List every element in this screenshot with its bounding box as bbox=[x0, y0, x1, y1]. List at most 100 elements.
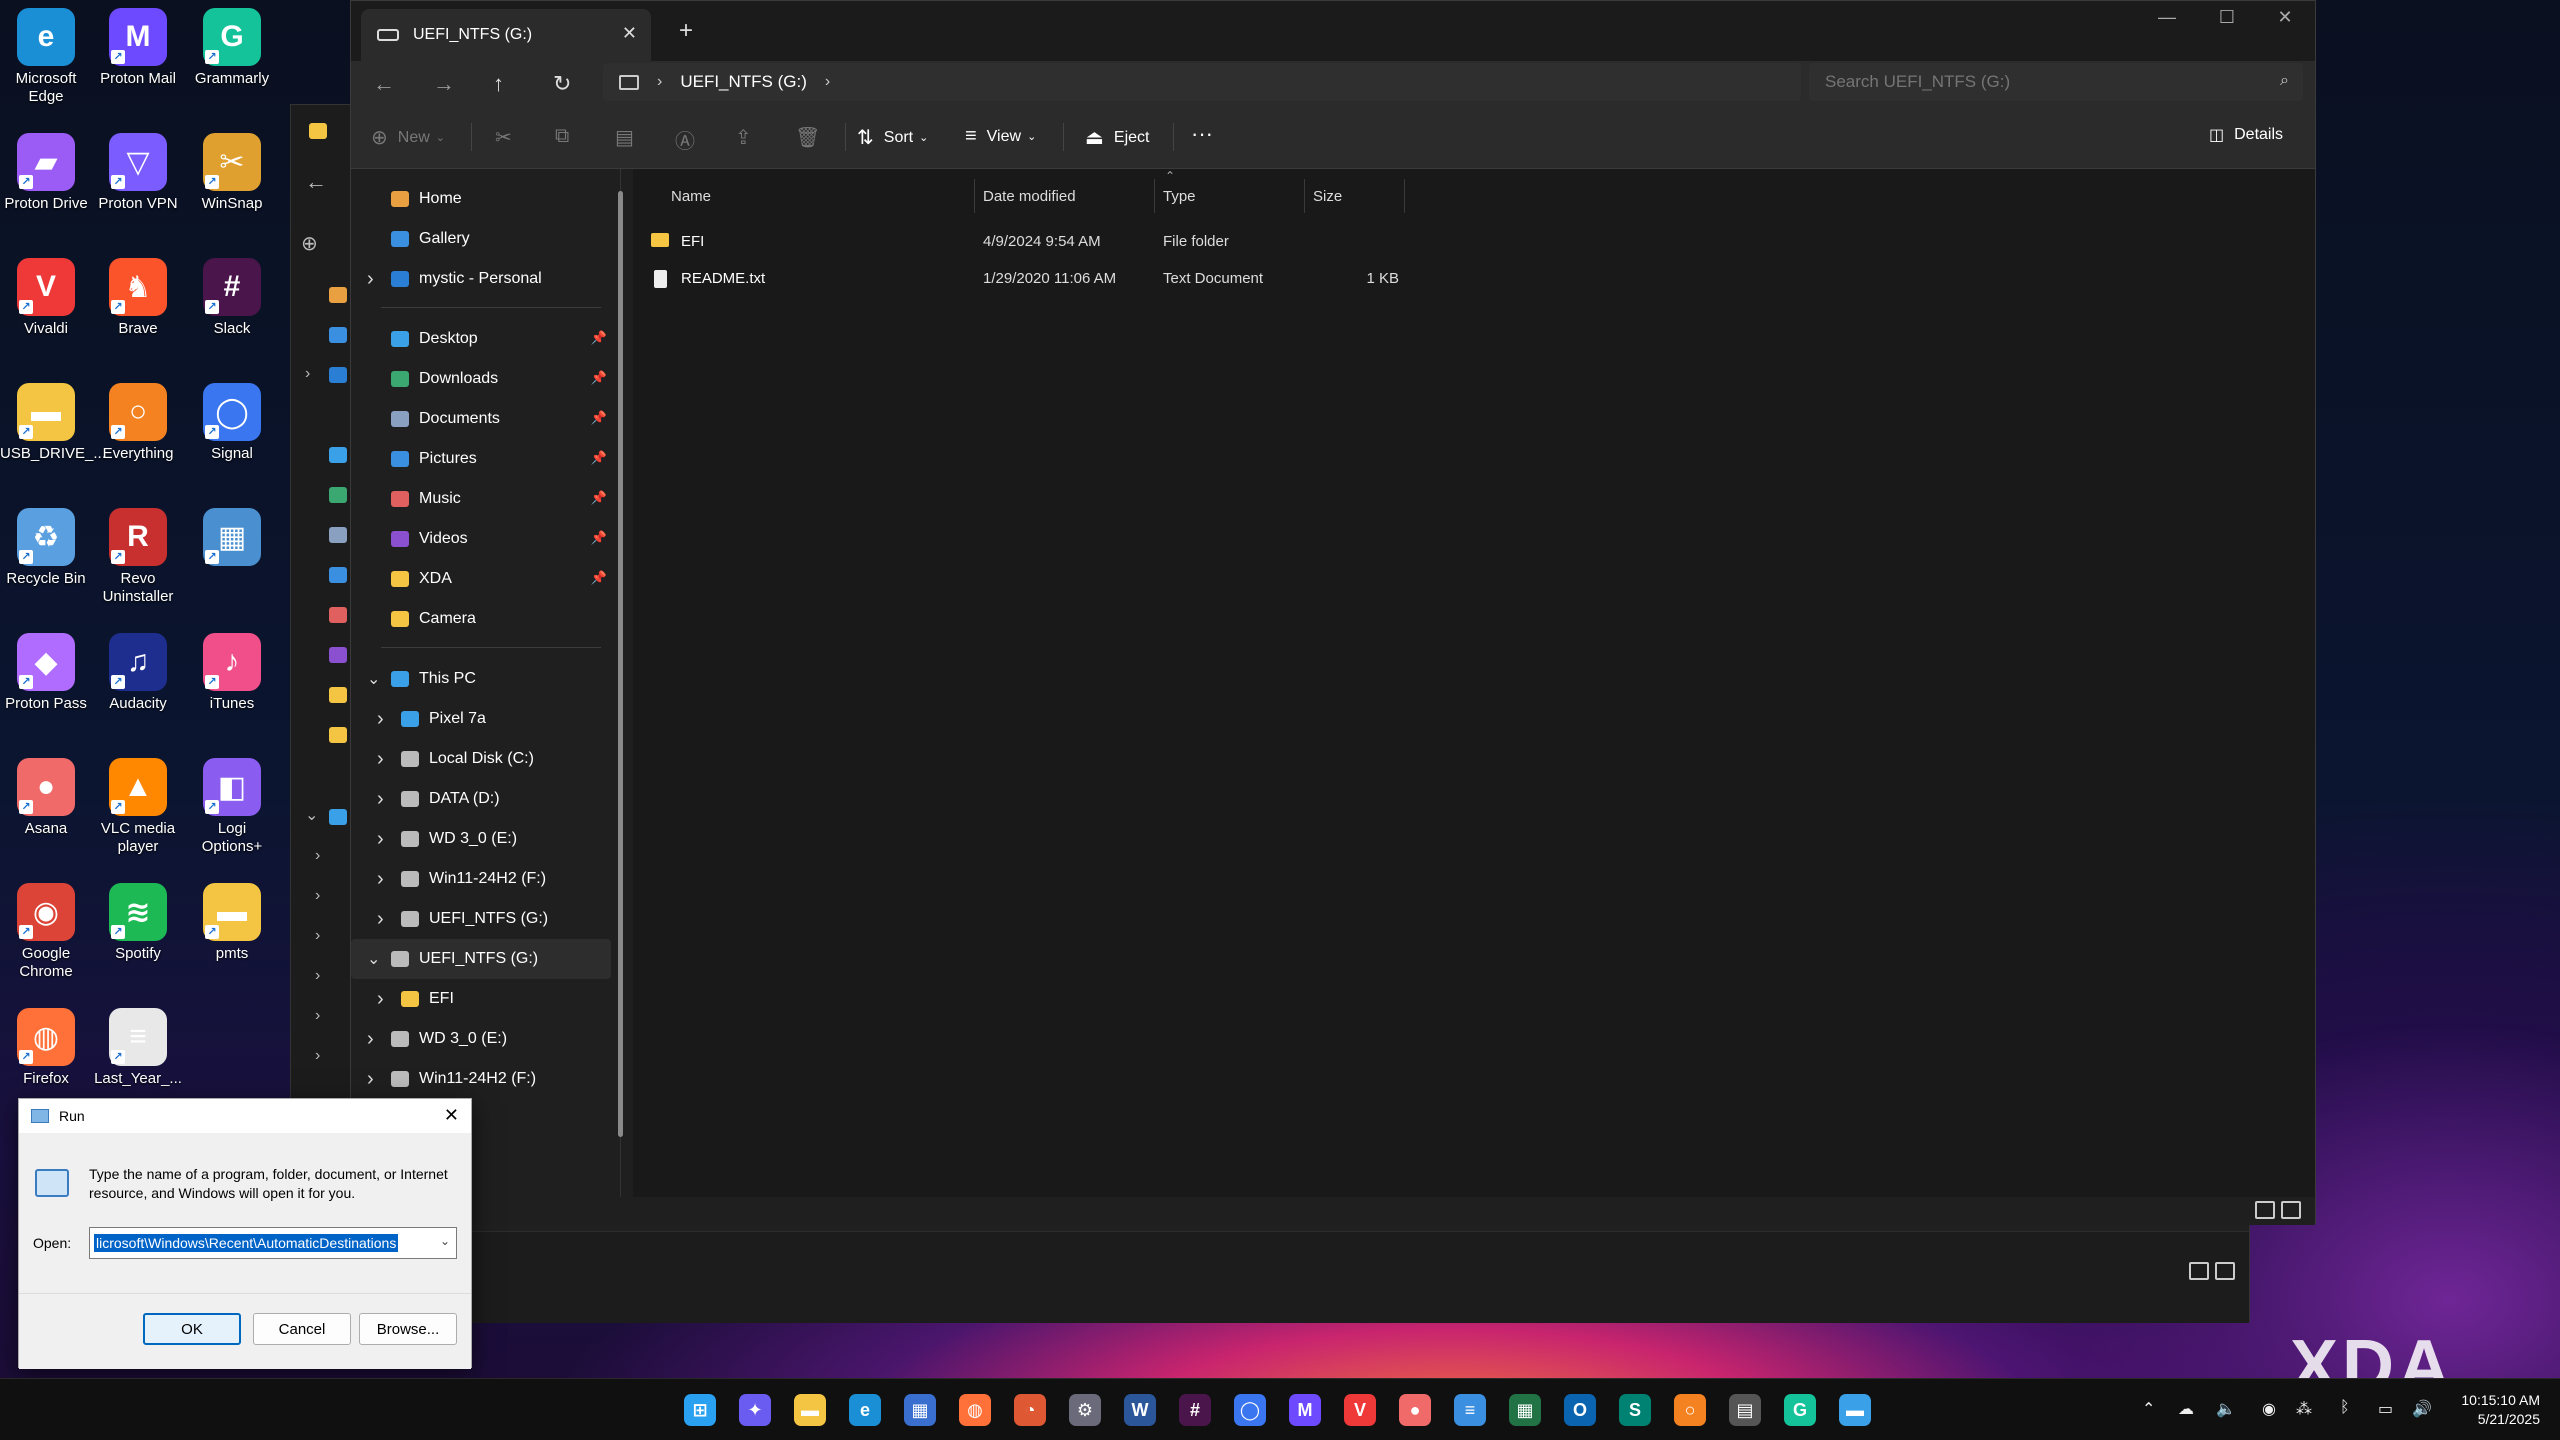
tiles-view-icon[interactable] bbox=[2215, 1262, 2235, 1280]
chevron-right-icon[interactable]: › bbox=[315, 1047, 320, 1065]
nav-item-mystic-personal[interactable]: › mystic - Personal bbox=[351, 259, 611, 299]
desktop-icon-proton-vpn[interactable]: ▽ ↗ Proton VPN bbox=[92, 125, 184, 213]
desktop-icon-revo-uninstaller[interactable]: R ↗ Revo Uninstaller bbox=[92, 500, 184, 606]
nav-item-local-disk-c[interactable]: › Local Disk (C:) bbox=[351, 739, 611, 779]
display-icon[interactable]: ▭ bbox=[2378, 1399, 2393, 1419]
minimize-button[interactable]: — bbox=[2137, 7, 2197, 28]
cloud-icon[interactable]: ☁ bbox=[2178, 1399, 2194, 1419]
nav-scrollbar[interactable] bbox=[618, 191, 623, 1137]
chevron-right-icon[interactable]: › bbox=[377, 908, 384, 931]
taskbar-settings-icon[interactable]: ⚙ bbox=[1069, 1394, 1101, 1426]
desktop-icon-proton-pass[interactable]: ◆ ↗ Proton Pass bbox=[0, 625, 92, 713]
close-icon[interactable]: ✕ bbox=[444, 1105, 459, 1126]
rename-button[interactable]: Ⓐ bbox=[675, 125, 705, 154]
nav-item-music[interactable]: Music 📌 bbox=[351, 479, 611, 519]
search-input[interactable] bbox=[1825, 72, 2255, 92]
nav-item-pictures[interactable]: Pictures 📌 bbox=[351, 439, 611, 479]
taskbar-excel-icon[interactable]: ▦ bbox=[1509, 1394, 1541, 1426]
delete-button[interactable]: 🗑 bbox=[795, 125, 830, 150]
details-button[interactable]: ◫ Details bbox=[2209, 125, 2283, 145]
run-dialog[interactable]: Run ✕ Type the name of a program, folder… bbox=[18, 1098, 472, 1369]
pin-icon[interactable]: 📌 bbox=[591, 450, 607, 466]
view-button[interactable]: ≡ View ⌄ bbox=[965, 125, 1036, 148]
maximize-button[interactable]: ☐ bbox=[2197, 7, 2257, 28]
tab-uefi-ntfs[interactable]: UEFI_NTFS (G:) ✕ bbox=[361, 9, 651, 61]
desktop-icon-itunes[interactable]: ♪ ↗ iTunes bbox=[186, 625, 278, 713]
taskbar-proton-mail-icon[interactable]: M bbox=[1289, 1394, 1321, 1426]
chevron-right-icon[interactable]: › bbox=[825, 73, 830, 91]
breadcrumb-location[interactable]: UEFI_NTFS (G:) bbox=[680, 72, 807, 92]
close-window-button[interactable]: ✕ bbox=[2255, 7, 2315, 28]
taskbar-firefox-icon[interactable]: ◍ bbox=[959, 1394, 991, 1426]
back-arrow-icon[interactable]: ← bbox=[373, 71, 395, 97]
chevron-down-icon[interactable]: ⌄ bbox=[367, 669, 380, 689]
file-explorer-window[interactable]: UEFI_NTFS (G:) ✕ + — ☐ ✕ ← → ↑ ↻ › UEFI_… bbox=[350, 0, 2316, 1225]
new-tab-button[interactable]: + bbox=[679, 17, 693, 45]
chevron-right-icon[interactable]: › bbox=[315, 1007, 320, 1025]
pin-icon[interactable]: 📌 bbox=[591, 370, 607, 386]
close-tab-icon[interactable]: ✕ bbox=[622, 23, 637, 44]
desktop-icon-audacity[interactable]: ♫ ↗ Audacity bbox=[92, 625, 184, 713]
copy-button[interactable]: ⧉ bbox=[555, 125, 579, 148]
file-row-efi[interactable]: EFI 4/9/2024 9:54 AM File folder bbox=[633, 225, 1393, 259]
desktop-icon-asana[interactable]: ● ↗ Asana bbox=[0, 750, 92, 838]
pin-icon[interactable]: 📌 bbox=[591, 330, 607, 346]
desktop-icon-pmts[interactable]: ▬ ↗ pmts bbox=[186, 875, 278, 963]
desktop-icon-app-14[interactable]: ▦ ↗ bbox=[186, 500, 278, 570]
desktop-icon-vivaldi[interactable]: V ↗ Vivaldi bbox=[0, 250, 92, 338]
volume-icon[interactable]: 🔊 bbox=[2412, 1399, 2432, 1419]
pin-icon[interactable]: 📌 bbox=[591, 530, 607, 546]
details-view-icon[interactable] bbox=[2189, 1262, 2209, 1280]
desktop-icon-last-year[interactable]: ≡ ↗ Last_Year_... bbox=[92, 1000, 184, 1088]
nav-item-documents[interactable]: Documents 📌 bbox=[351, 399, 611, 439]
taskbar-file-explorer-icon[interactable]: ▬ bbox=[794, 1394, 826, 1426]
desktop-icon-google-chrome[interactable]: ◉ ↗ Google Chrome bbox=[0, 875, 92, 981]
nav-item-pixel-7a[interactable]: › Pixel 7a bbox=[351, 699, 611, 739]
desktop-icon-proton-mail[interactable]: M ↗ Proton Mail bbox=[92, 0, 184, 88]
nav-item-win11-24h2-f[interactable]: › Win11-24H2 (F:) bbox=[351, 1059, 611, 1099]
nav-item-efi[interactable]: › EFI bbox=[351, 979, 611, 1019]
nav-item-gallery[interactable]: Gallery bbox=[351, 219, 611, 259]
chevron-right-icon[interactable]: › bbox=[315, 967, 320, 985]
nav-item-data-d[interactable]: › DATA (D:) bbox=[351, 779, 611, 819]
taskbar-grammarly-icon[interactable]: G bbox=[1784, 1394, 1816, 1426]
taskbar-vivaldi-icon[interactable]: V bbox=[1344, 1394, 1376, 1426]
cancel-button[interactable]: Cancel bbox=[253, 1313, 351, 1345]
desktop-icon-proton-drive[interactable]: ▰ ↗ Proton Drive bbox=[0, 125, 92, 213]
run-titlebar[interactable]: Run ✕ bbox=[19, 1099, 471, 1133]
taskbar-calculator-icon[interactable]: ▤ bbox=[1729, 1394, 1761, 1426]
desktop-icon-brave[interactable]: ♞ ↗ Brave bbox=[92, 250, 184, 338]
taskbar-duckduckgo-icon[interactable]: ◔ bbox=[1014, 1394, 1046, 1426]
share-button[interactable]: ⇪ bbox=[735, 125, 762, 150]
chevron-right-icon[interactable]: › bbox=[377, 748, 384, 771]
paste-button[interactable]: ▤ bbox=[615, 125, 644, 150]
taskbar-everything-icon[interactable]: ○ bbox=[1674, 1394, 1706, 1426]
column-header-size[interactable]: Size bbox=[1305, 179, 1405, 213]
search-icon[interactable]: ⌕ bbox=[2280, 72, 2289, 90]
add-icon[interactable]: ⊕ bbox=[301, 231, 318, 256]
desktop-icon-spotify[interactable]: ≋ ↗ Spotify bbox=[92, 875, 184, 963]
eject-button[interactable]: ⏏ Eject bbox=[1085, 125, 1149, 150]
pin-icon[interactable]: 📌 bbox=[591, 570, 607, 586]
chevron-down-icon[interactable]: ⌄ bbox=[367, 949, 380, 969]
chevron-right-icon[interactable]: › bbox=[315, 887, 320, 905]
taskbar-sway-icon[interactable]: S bbox=[1619, 1394, 1651, 1426]
nav-item-desktop[interactable]: Desktop 📌 bbox=[351, 319, 611, 359]
taskbar-signal-icon[interactable]: ◯ bbox=[1234, 1394, 1266, 1426]
forward-arrow-icon[interactable]: → bbox=[433, 71, 455, 97]
chevron-right-icon[interactable]: › bbox=[305, 365, 310, 383]
tiles-view-icon[interactable] bbox=[2281, 1201, 2301, 1219]
speaker-icon[interactable]: 🔈 bbox=[2216, 1399, 2236, 1419]
chevron-right-icon[interactable]: › bbox=[377, 708, 384, 731]
chevron-right-icon[interactable]: › bbox=[377, 988, 384, 1011]
nav-item-uefi-ntfs-g[interactable]: › UEFI_NTFS (G:) bbox=[351, 899, 611, 939]
nav-item-xda[interactable]: XDA 📌 bbox=[351, 559, 611, 599]
taskbar-notes-icon[interactable]: ▬ bbox=[1839, 1394, 1871, 1426]
nav-item-wd-3-0-e[interactable]: › WD 3_0 (E:) bbox=[351, 1019, 611, 1059]
desktop-icon-recycle-bin[interactable]: ♻ ↗ Recycle Bin bbox=[0, 500, 92, 588]
desktop-icon-vlc-media-player[interactable]: ▲ ↗ VLC media player bbox=[92, 750, 184, 856]
chevron-right-icon[interactable]: › bbox=[315, 927, 320, 945]
pin-icon[interactable]: 📌 bbox=[591, 490, 607, 506]
back-arrow-icon[interactable]: ← bbox=[305, 169, 327, 195]
chevron-right-icon[interactable]: › bbox=[377, 788, 384, 811]
